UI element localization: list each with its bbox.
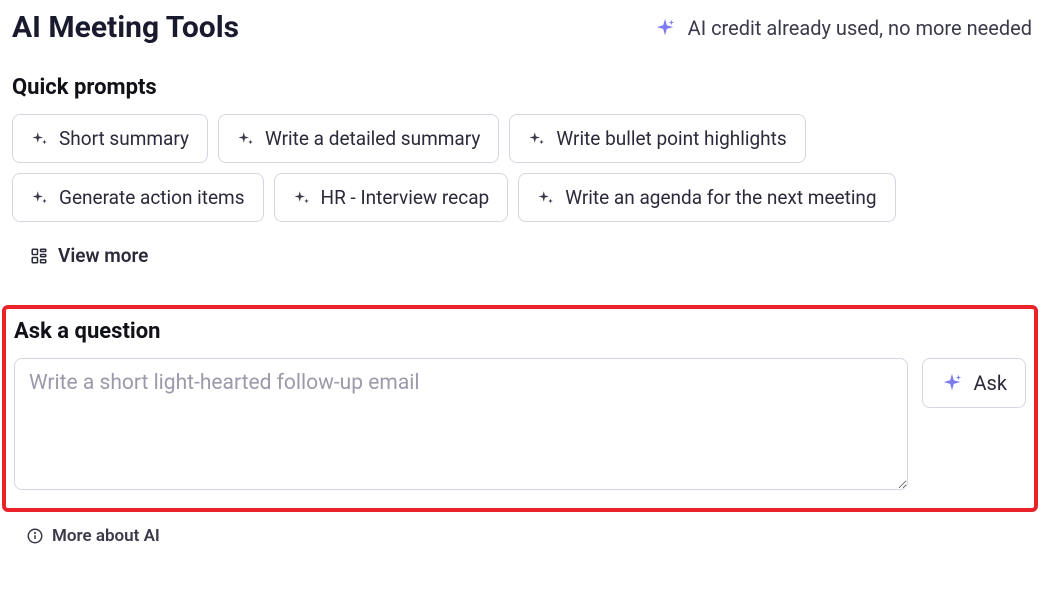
prompt-bullet-highlights[interactable]: Write bullet point highlights: [509, 114, 805, 163]
sparkle-icon: [31, 130, 49, 148]
more-about-ai-link[interactable]: More about AI: [26, 526, 160, 546]
dashboard-icon: [30, 247, 48, 265]
question-input[interactable]: [14, 358, 908, 490]
prompt-label: Short summary: [59, 127, 189, 150]
ask-row: Ask: [14, 358, 1026, 490]
sparkle-icon: [941, 372, 963, 394]
sparkle-icon: [237, 130, 255, 148]
sparkle-icon: [537, 189, 555, 207]
info-icon: [26, 527, 44, 545]
sparkle-icon: [293, 189, 311, 207]
prompt-label: HR - Interview recap: [321, 186, 490, 209]
page-title: AI Meeting Tools: [12, 10, 239, 45]
sparkle-icon: [31, 189, 49, 207]
prompt-label: Write an agenda for the next meeting: [565, 186, 876, 209]
prompt-write-agenda[interactable]: Write an agenda for the next meeting: [518, 173, 895, 222]
view-more-label: View more: [58, 244, 148, 267]
sparkle-icon: [528, 130, 546, 148]
header: AI Meeting Tools AI credit already used,…: [12, 10, 1032, 45]
ask-button-label: Ask: [973, 371, 1007, 395]
ask-heading: Ask a question: [14, 319, 1026, 344]
quick-prompts-list: Short summary Write a detailed summary W…: [12, 114, 1032, 279]
prompt-label: Write bullet point highlights: [556, 127, 786, 150]
more-about-ai-label: More about AI: [52, 526, 160, 546]
credit-status-text: AI credit already used, no more needed: [688, 16, 1032, 40]
ask-section-highlight: Ask a question Ask: [2, 305, 1038, 512]
prompt-label: Generate action items: [59, 186, 245, 209]
sparkle-icon: [654, 17, 676, 39]
quick-prompts-heading: Quick prompts: [12, 75, 1032, 100]
prompt-action-items[interactable]: Generate action items: [12, 173, 264, 222]
prompt-short-summary[interactable]: Short summary: [12, 114, 208, 163]
ask-button[interactable]: Ask: [922, 358, 1026, 408]
prompt-hr-interview-recap[interactable]: HR - Interview recap: [274, 173, 509, 222]
prompt-label: Write a detailed summary: [265, 127, 480, 150]
view-more-button[interactable]: View more: [12, 232, 166, 279]
prompt-detailed-summary[interactable]: Write a detailed summary: [218, 114, 499, 163]
credit-status: AI credit already used, no more needed: [654, 16, 1032, 40]
